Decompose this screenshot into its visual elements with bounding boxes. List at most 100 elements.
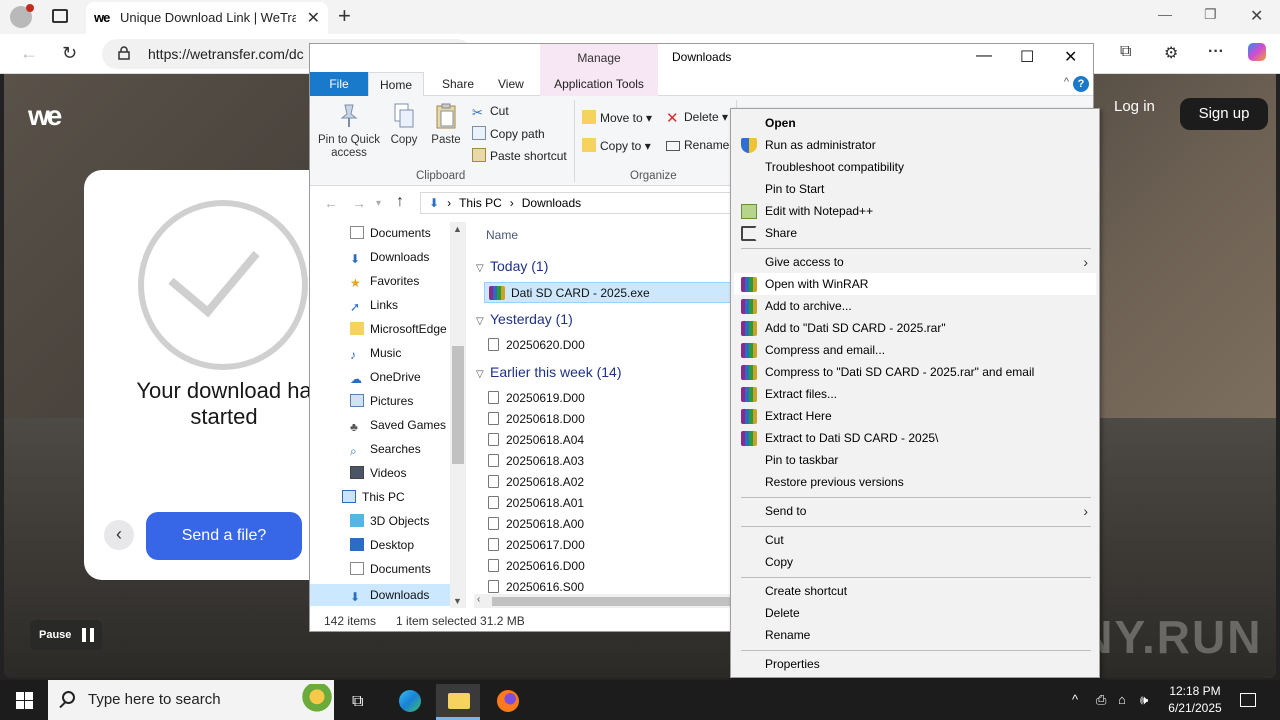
lock-icon[interactable] <box>118 46 130 60</box>
explorer-forward-icon[interactable]: → <box>352 195 366 211</box>
firefox-icon[interactable] <box>486 684 530 720</box>
file-explorer-icon[interactable] <box>436 684 480 720</box>
file-row[interactable]: 20250620.D00 <box>488 335 585 356</box>
menu-pin-to-taskbar[interactable]: Pin to taskbar <box>734 449 1096 471</box>
login-link[interactable]: Log in <box>1114 98 1155 115</box>
network-status-icon[interactable]: ⎙ <box>1096 692 1106 708</box>
paste-button[interactable]: Paste <box>428 102 464 147</box>
tab-close-icon[interactable]: ✕ <box>307 8 320 28</box>
file-row[interactable]: 20250618.A00 <box>488 514 584 535</box>
cut-button[interactable]: ✂ Cut <box>472 104 509 120</box>
explorer-close-icon[interactable]: ✕ <box>1064 47 1077 67</box>
copy-button[interactable]: Copy <box>386 102 422 147</box>
file-row[interactable]: 20250618.A02 <box>488 472 584 493</box>
signup-button[interactable]: Sign up <box>1180 98 1268 130</box>
menu-share[interactable]: Share <box>734 222 1096 244</box>
copy-path-button[interactable]: Copy path <box>472 126 545 141</box>
nav-item-this-pc[interactable]: This PC <box>342 490 405 504</box>
explorer-minimize-icon[interactable]: — <box>976 47 992 65</box>
nav-item-documents-pc[interactable]: Documents <box>350 562 431 576</box>
volume-icon[interactable]: 🕪 <box>1140 692 1148 708</box>
group-today[interactable]: ▽ Today (1) <box>476 258 548 274</box>
menu-properties[interactable]: Properties <box>734 653 1096 675</box>
file-row[interactable]: 20250618.A03 <box>488 451 584 472</box>
menu-add-to-archive[interactable]: Add to archive... <box>734 295 1096 317</box>
minimize-icon[interactable]: — <box>1158 6 1172 22</box>
menu-extract-to[interactable]: Extract to Dati SD CARD - 2025\ <box>734 427 1096 449</box>
close-window-icon[interactable]: ✕ <box>1250 6 1263 26</box>
group-yesterday[interactable]: ▽ Yesterday (1) <box>476 311 573 327</box>
delete-button[interactable]: ✕ Delete ▾ <box>666 110 728 126</box>
nav-item-favorites[interactable]: ★ Favorites <box>350 274 419 290</box>
refresh-icon[interactable]: ↻ <box>62 43 77 64</box>
tab-application-tools[interactable]: Application Tools <box>540 72 658 96</box>
more-menu-icon[interactable]: ··· <box>1208 43 1224 61</box>
nav-item-saved-games[interactable]: ♣ Saved Games <box>350 418 446 434</box>
send-file-button[interactable]: Send a file? <box>146 512 302 560</box>
show-hidden-icons[interactable]: ^ <box>1072 692 1078 707</box>
taskbar-clock[interactable]: 12:18 PM 6/21/2025 <box>1160 683 1230 717</box>
file-row[interactable]: 20250618.A01 <box>488 493 584 514</box>
menu-run-as-admin[interactable]: Run as administrator <box>734 134 1096 156</box>
copilot-icon[interactable] <box>1248 43 1266 61</box>
breadcrumb-downloads[interactable]: Downloads <box>522 196 581 210</box>
file-row[interactable]: 20250618.A04 <box>488 430 584 451</box>
nav-item-downloads[interactable]: ⬇ Downloads <box>350 250 429 266</box>
menu-copy[interactable]: Copy <box>734 551 1096 573</box>
nav-item-searches[interactable]: ⌕ Searches <box>350 442 421 458</box>
menu-troubleshoot[interactable]: Troubleshoot compatibility <box>734 156 1096 178</box>
wetransfer-logo[interactable]: we <box>28 100 62 132</box>
nav-item-downloads-pc[interactable]: ⬇ Downloads <box>310 584 450 606</box>
tab-view[interactable]: View <box>488 72 534 96</box>
pin-quick-access-button[interactable]: Pin to Quick access <box>316 102 382 160</box>
taskbar-search-box[interactable]: Type here to search <box>48 680 334 720</box>
up-folder-icon[interactable]: ↑ <box>396 193 404 211</box>
paste-shortcut-button[interactable]: Paste shortcut <box>472 148 567 163</box>
browser-tab-active[interactable]: we Unique Download Link | WeTransf ✕ <box>86 2 328 34</box>
tab-actions-icon[interactable] <box>52 9 68 23</box>
tab-share[interactable]: Share <box>432 72 484 96</box>
menu-cut[interactable]: Cut <box>734 529 1096 551</box>
menu-rename[interactable]: Rename <box>734 624 1096 646</box>
group-earlier-this-week[interactable]: ▽ Earlier this week (14) <box>476 364 622 380</box>
scroll-up-icon[interactable]: ▲ <box>453 224 462 234</box>
scroll-left-icon[interactable]: ‹ <box>477 594 480 605</box>
menu-restore-versions[interactable]: Restore previous versions <box>734 471 1096 493</box>
menu-open-with-winrar[interactable]: Open with WinRAR <box>734 273 1096 295</box>
file-row[interactable]: 20250617.D00 <box>488 535 585 556</box>
nav-item-videos[interactable]: Videos <box>350 466 406 480</box>
scroll-down-icon[interactable]: ▼ <box>453 596 462 606</box>
nav-scrollbar[interactable]: ▲ ▼ <box>450 222 466 608</box>
menu-open[interactable]: Open <box>734 112 1096 134</box>
edge-icon[interactable] <box>388 684 432 720</box>
nav-item-microsoftedge[interactable]: MicrosoftEdge <box>350 322 447 336</box>
menu-give-access[interactable]: Give access to › <box>734 251 1096 273</box>
menu-extract-here[interactable]: Extract Here <box>734 405 1096 427</box>
new-tab-icon[interactable]: + <box>338 3 351 29</box>
help-icon[interactable]: ? <box>1073 76 1089 92</box>
extensions-icon[interactable]: ⚙ <box>1164 43 1178 63</box>
nav-item-onedrive[interactable]: ☁ OneDrive <box>350 370 421 386</box>
breadcrumb-this-pc[interactable]: This PC <box>459 196 502 210</box>
nav-item-pictures[interactable]: Pictures <box>350 394 413 408</box>
hscroll-thumb[interactable] <box>492 597 732 606</box>
rename-button[interactable]: Rename <box>666 138 729 152</box>
recent-locations-icon[interactable]: ▾ <box>376 198 381 209</box>
collapse-ribbon-icon[interactable]: ^ <box>1064 76 1069 88</box>
profile-avatar[interactable] <box>10 4 34 28</box>
collections-icon[interactable]: ⧉ <box>1120 43 1131 61</box>
menu-compress-email[interactable]: Compress and email... <box>734 339 1096 361</box>
menu-compress-rar-email[interactable]: Compress to "Dati SD CARD - 2025.rar" an… <box>734 361 1096 383</box>
menu-pin-to-start[interactable]: Pin to Start <box>734 178 1096 200</box>
nav-item-desktop[interactable]: Desktop <box>350 538 414 552</box>
back-icon[interactable]: ← <box>20 43 38 64</box>
menu-create-shortcut[interactable]: Create shortcut <box>734 580 1096 602</box>
column-header-name[interactable]: Name <box>486 228 518 242</box>
tab-file[interactable]: File <box>310 72 368 96</box>
pause-button[interactable]: Pause <box>30 620 102 650</box>
move-to-button[interactable]: Move to ▾ <box>582 110 652 125</box>
menu-extract-files[interactable]: Extract files... <box>734 383 1096 405</box>
nav-item-3d-objects[interactable]: 3D Objects <box>350 514 429 528</box>
explorer-back-icon[interactable]: ← <box>324 195 338 211</box>
restore-icon[interactable]: ❐ <box>1204 6 1217 23</box>
